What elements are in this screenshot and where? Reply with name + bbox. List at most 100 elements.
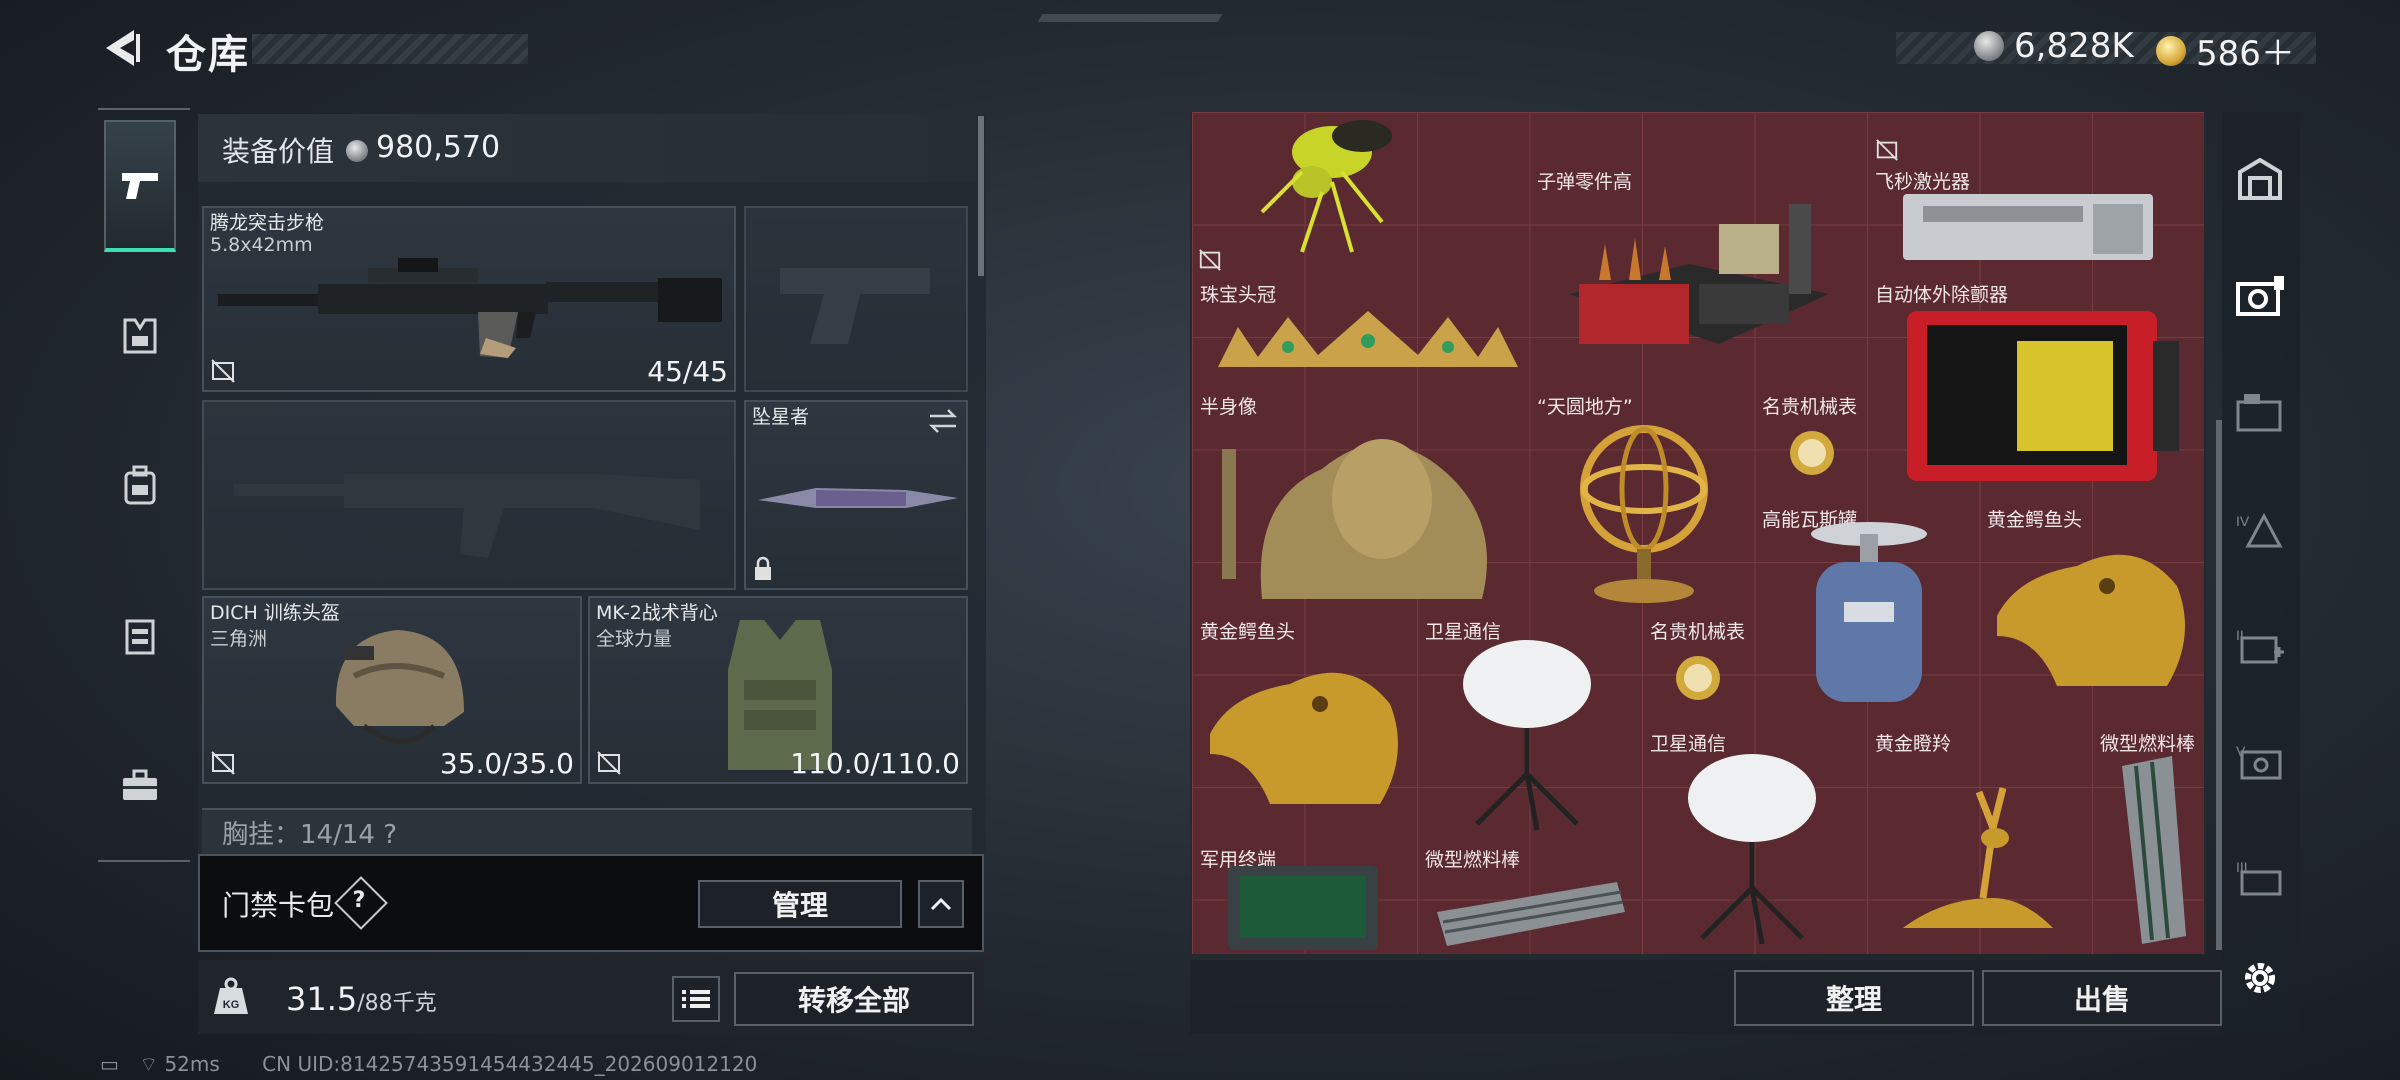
silver-amount: 6,828K bbox=[2014, 26, 2134, 66]
settings-icon bbox=[2245, 963, 2275, 993]
stash-item-gold-gazelle[interactable]: 黄金瞪羚 bbox=[1867, 726, 2092, 954]
chevron-up-icon bbox=[930, 897, 952, 911]
stash-page-2b-tab[interactable]: II bbox=[2232, 616, 2288, 672]
lock-icon bbox=[755, 556, 771, 580]
wasp-drone-image bbox=[1260, 120, 1392, 253]
item-name: 微型燃料棒 bbox=[1425, 849, 1521, 871]
stash-item-fuel-rod-2[interactable]: 微型燃料棒 bbox=[1417, 842, 1642, 954]
stash-page-2b-icon: II bbox=[2236, 627, 2284, 664]
nav-weapons[interactable] bbox=[104, 120, 176, 252]
luxury-watch-image bbox=[1790, 431, 1834, 475]
assault-rifle-image bbox=[218, 258, 722, 358]
stash-item-armillary[interactable]: “天圆地方” bbox=[1529, 389, 1754, 614]
vest-icon bbox=[125, 619, 155, 655]
stash-item-satellite-1[interactable]: 卫星通信 bbox=[1417, 614, 1642, 839]
vest-name: MK-2战术背心 bbox=[596, 602, 718, 624]
stash-item-watch-2[interactable]: 名贵机械表 bbox=[1642, 614, 1754, 726]
door-card-label: 门禁卡包 bbox=[222, 889, 335, 922]
stash-page-3-tab[interactable]: III bbox=[2232, 848, 2288, 904]
bust-statue-image bbox=[1222, 439, 1487, 599]
uid-text: CN UID:8142574359145443​2445_20260901212… bbox=[262, 1052, 758, 1076]
helmet-durability: 35.0/35.0 bbox=[439, 747, 574, 780]
nav-briefcase[interactable] bbox=[104, 720, 176, 852]
helmet-faction: 三角洲 bbox=[210, 628, 268, 650]
weapon-ammo: 45/45 bbox=[647, 355, 728, 388]
weight-current: 31.5 bbox=[286, 980, 358, 1018]
settings-button[interactable] bbox=[2232, 950, 2288, 1006]
background-streak bbox=[1037, 14, 1223, 22]
manage-button[interactable]: 管理 bbox=[698, 880, 902, 928]
stash-page-2-icon bbox=[2236, 394, 2282, 432]
gas-canister-image bbox=[1811, 522, 1927, 702]
stash-page-1-tab[interactable] bbox=[2232, 268, 2288, 324]
military-terminal-image bbox=[1228, 866, 1378, 950]
stash-grid[interactable]: 子弹零件高 飞秒激光器 珠宝头冠 自动体外除颤器 半身像 “天圆地方” 名贵机械… bbox=[1192, 112, 2204, 954]
no-insure-icon bbox=[1876, 139, 1898, 161]
swap-icon[interactable] bbox=[926, 408, 960, 434]
gold-currency[interactable]: 586＋ bbox=[2156, 26, 2295, 75]
stash-item-ammo-parts[interactable]: 子弹零件高 bbox=[1529, 164, 1867, 389]
aed-image bbox=[1907, 311, 2179, 481]
jewel-crown-image bbox=[1218, 311, 1518, 367]
stash-item-bust[interactable]: 半身像 bbox=[1192, 389, 1529, 614]
list-view-button[interactable] bbox=[672, 976, 720, 1022]
stash-page-3-icon: III bbox=[2236, 859, 2282, 896]
back-button[interactable] bbox=[96, 22, 148, 74]
weight-max: /88千克 bbox=[357, 991, 437, 1016]
stash-item-laser[interactable]: 飞秒激光器 bbox=[1867, 139, 2204, 276]
rifle-silhouette-icon bbox=[234, 474, 700, 558]
armor-slot[interactable]: MK-2战术背心 全球力量 110.0/110.0 bbox=[588, 596, 968, 784]
stash-page-5-tab[interactable]: V bbox=[2232, 732, 2288, 788]
stash-item-crown[interactable]: 珠宝头冠 bbox=[1192, 277, 1529, 389]
primary-weapon-slot[interactable]: 腾龙突击步枪 5.8x42mm 45/45 bbox=[202, 206, 736, 392]
stash-item-watch-1[interactable]: 名贵机械表 bbox=[1754, 389, 1867, 501]
collapse-button[interactable] bbox=[918, 880, 964, 928]
nav-backpack[interactable] bbox=[104, 420, 176, 552]
stash-item-aed[interactable]: 自动体外除颤器 bbox=[1867, 277, 2204, 502]
no-insure-icon bbox=[597, 751, 621, 775]
equipment-value-label: 装备价值 bbox=[222, 135, 335, 168]
equipment-scrollbar[interactable] bbox=[978, 116, 984, 276]
stash-item-satellite-2[interactable]: 卫星通信 bbox=[1642, 726, 1867, 954]
weight-value: 31.5/88千克 bbox=[286, 980, 437, 1018]
no-insure-icon bbox=[211, 751, 235, 775]
helmet-slot[interactable]: DICH 训练头盔 三角洲 35.0/35.0 bbox=[202, 596, 582, 784]
vault-tab[interactable] bbox=[2232, 152, 2288, 208]
pistol-silhouette-icon bbox=[780, 268, 930, 344]
nav-armor[interactable] bbox=[104, 270, 176, 402]
no-insure-icon bbox=[1199, 249, 1221, 271]
armor-icon bbox=[123, 318, 157, 354]
pistol-icon bbox=[122, 173, 158, 199]
stash-item-gold-croc-1[interactable]: 黄金鳄鱼头 bbox=[1979, 502, 2204, 727]
gold-crocodile-head-image bbox=[1997, 554, 2185, 686]
transfer-all-button[interactable]: 转移全部 bbox=[734, 972, 974, 1026]
gold-gazelle-image bbox=[1903, 787, 2053, 928]
ping-value: 52ms bbox=[164, 1052, 220, 1076]
nav-vest[interactable] bbox=[104, 570, 176, 702]
stash-item-fuel-rod-1[interactable]: 微型燃料棒 bbox=[2092, 726, 2204, 954]
secondary-weapon-slot[interactable] bbox=[744, 206, 968, 392]
stash-page-4-tab[interactable]: IV bbox=[2232, 500, 2288, 556]
stash-page-2-tab[interactable] bbox=[2232, 384, 2288, 440]
no-insure-icon bbox=[211, 359, 235, 383]
status-bar: ▭ ⌔ 52ms CN UID:8142574359145443​2445_20… bbox=[100, 1052, 757, 1077]
melee-slot[interactable]: 坠星者 bbox=[744, 400, 968, 590]
sell-button[interactable]: 出售 bbox=[1982, 970, 2222, 1026]
stash-item-terminal[interactable]: 军用终端 bbox=[1192, 842, 1417, 954]
femtosecond-laser-image bbox=[1903, 194, 2153, 260]
svg-text:KG: KG bbox=[223, 999, 240, 1011]
backpack-icon bbox=[124, 465, 156, 505]
stash-page-4-icon: IV bbox=[2236, 512, 2283, 548]
stash-item-wasp[interactable] bbox=[1192, 112, 1529, 277]
stash-item-gas-can[interactable]: 高能瓦斯罐 bbox=[1754, 502, 1979, 727]
stash-item-gold-croc-2[interactable]: 黄金鳄鱼头 bbox=[1192, 614, 1417, 839]
wifi-icon: ⌔ bbox=[139, 1052, 159, 1076]
briefcase-icon bbox=[123, 769, 157, 800]
title-stripe bbox=[252, 34, 528, 64]
knife-image bbox=[758, 488, 958, 508]
second-primary-slot[interactable] bbox=[202, 400, 736, 590]
sort-button[interactable]: 整理 bbox=[1734, 970, 1974, 1026]
helmet-name: DICH 训练头盔 bbox=[210, 602, 340, 624]
vest-durability: 110.0/110.0 bbox=[790, 747, 960, 780]
back-arrow-icon bbox=[106, 30, 140, 66]
